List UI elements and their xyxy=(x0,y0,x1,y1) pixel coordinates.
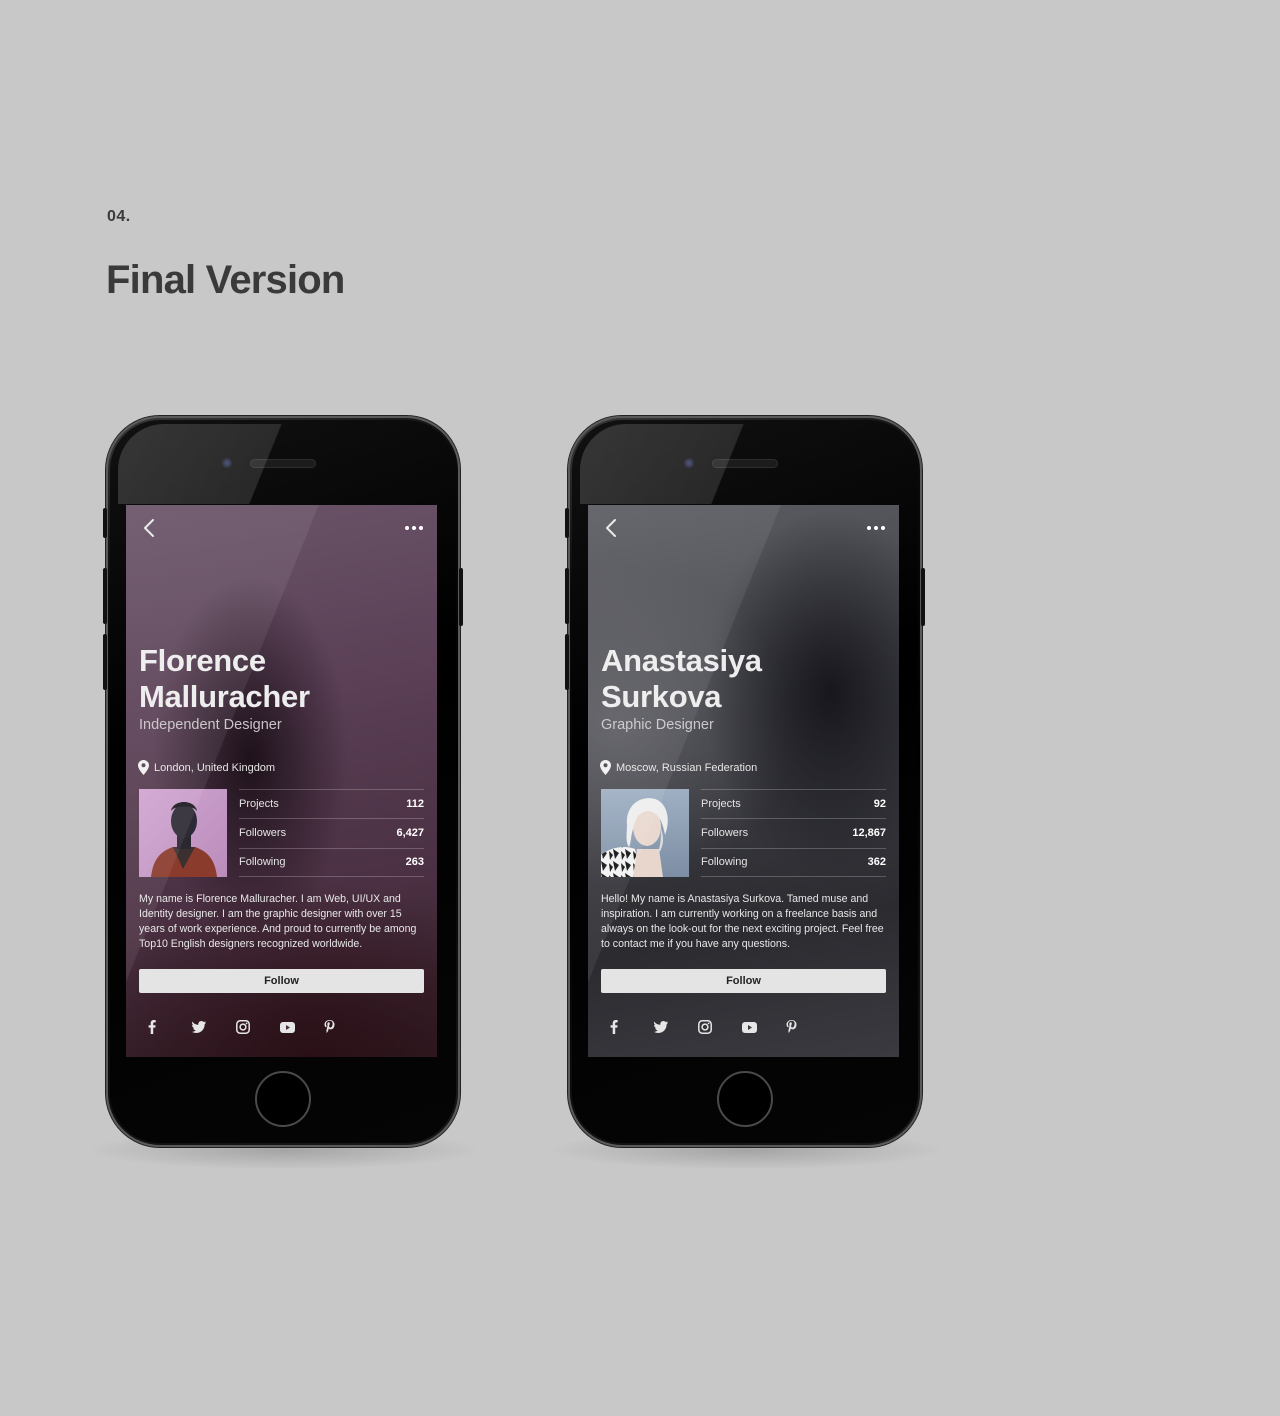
home-button[interactable] xyxy=(717,1071,773,1127)
phone-mockup-1: Florence Malluracher Independent Designe… xyxy=(103,416,463,1147)
location-pin-icon xyxy=(138,760,149,775)
stats-list: Projects 112 Followers 6,427 Following 2… xyxy=(239,789,424,877)
follow-button[interactable]: Follow xyxy=(139,969,424,993)
chevron-left-icon xyxy=(606,519,616,537)
profile-role: Independent Designer xyxy=(139,717,282,733)
chevron-left-icon xyxy=(144,519,154,537)
stat-label: Following xyxy=(701,856,748,869)
avatar xyxy=(601,789,689,877)
stat-row-followers[interactable]: Followers 6,427 xyxy=(239,818,424,847)
section-number: 04. xyxy=(107,208,131,225)
pinterest-link[interactable] xyxy=(786,1017,830,1037)
profile-location: London, United Kingdom xyxy=(138,760,275,775)
more-dots-icon xyxy=(867,526,885,530)
social-links xyxy=(610,1017,830,1037)
volume-down-button xyxy=(565,634,569,690)
stat-row-projects[interactable]: Projects 112 xyxy=(239,789,424,818)
location-text: Moscow, Russian Federation xyxy=(616,761,758,774)
pinterest-link[interactable] xyxy=(324,1017,368,1037)
stat-value: 12,867 xyxy=(852,827,886,840)
stat-row-following[interactable]: Following 362 xyxy=(701,847,886,877)
youtube-icon xyxy=(280,1021,295,1033)
avatar xyxy=(139,789,227,877)
instagram-link[interactable] xyxy=(236,1017,280,1037)
back-button[interactable] xyxy=(136,515,162,541)
instagram-icon xyxy=(698,1020,712,1034)
power-button xyxy=(459,568,463,626)
facebook-link[interactable] xyxy=(610,1017,654,1037)
more-dots-icon xyxy=(405,526,423,530)
twitter-icon xyxy=(654,1021,668,1033)
front-camera xyxy=(222,458,232,468)
stat-value: 6,427 xyxy=(396,827,424,840)
profile-location: Moscow, Russian Federation xyxy=(600,760,757,775)
pinterest-icon xyxy=(324,1020,335,1033)
home-button[interactable] xyxy=(255,1071,311,1127)
profile-last-name: Malluracher xyxy=(139,679,310,714)
profile-first-name: Florence xyxy=(139,643,266,678)
stat-row-following[interactable]: Following 263 xyxy=(239,847,424,877)
earpiece xyxy=(251,460,315,467)
location-text: London, United Kingdom xyxy=(154,761,276,774)
back-button[interactable] xyxy=(598,515,624,541)
twitter-icon xyxy=(192,1021,206,1033)
twitter-link[interactable] xyxy=(654,1017,698,1037)
profile-name: Anastasiya Surkova xyxy=(601,643,891,715)
mute-switch xyxy=(565,508,569,538)
profile-screen: Florence Malluracher Independent Designe… xyxy=(126,505,437,1057)
profile-name: Florence Malluracher xyxy=(139,643,429,715)
stat-value: 92 xyxy=(873,798,886,811)
facebook-icon xyxy=(148,1020,156,1034)
stat-label: Projects xyxy=(701,798,741,811)
stat-value: 263 xyxy=(405,856,424,869)
power-button xyxy=(921,568,925,626)
section-title: Final Version xyxy=(106,258,345,302)
profile-last-name: Surkova xyxy=(601,679,722,714)
youtube-link[interactable] xyxy=(742,1017,786,1037)
more-options-button[interactable] xyxy=(401,515,427,541)
stat-value: 362 xyxy=(867,856,886,869)
profile-bio: Hello! My name is Anastasiya Surkova. Ta… xyxy=(601,893,884,950)
phone-mockup-2: Anastasiya Surkova Graphic Designer Mosc… xyxy=(565,416,925,1147)
front-camera xyxy=(684,458,694,468)
volume-up-button xyxy=(565,568,569,624)
location-pin-icon xyxy=(600,760,611,775)
instagram-icon xyxy=(236,1020,250,1034)
twitter-link[interactable] xyxy=(192,1017,236,1037)
profile-screen: Anastasiya Surkova Graphic Designer Mosc… xyxy=(588,505,899,1057)
mute-switch xyxy=(103,508,107,538)
follow-button[interactable]: Follow xyxy=(601,969,886,993)
pinterest-icon xyxy=(786,1020,797,1033)
stat-label: Followers xyxy=(701,827,749,840)
earpiece xyxy=(713,460,777,467)
stat-row-projects[interactable]: Projects 92 xyxy=(701,789,886,818)
volume-up-button xyxy=(103,568,107,624)
profile-role: Graphic Designer xyxy=(601,717,714,733)
stat-label: Projects xyxy=(239,798,279,811)
volume-down-button xyxy=(103,634,107,690)
stat-label: Following xyxy=(239,856,286,869)
profile-bio: My name is Florence Malluracher. I am We… xyxy=(139,893,417,950)
stat-row-followers[interactable]: Followers 12,867 xyxy=(701,818,886,847)
stat-label: Followers xyxy=(239,827,287,840)
youtube-icon xyxy=(742,1021,757,1033)
stats-list: Projects 92 Followers 12,867 Following 3… xyxy=(701,789,886,877)
social-links xyxy=(148,1017,368,1037)
instagram-link[interactable] xyxy=(698,1017,742,1037)
more-options-button[interactable] xyxy=(863,515,889,541)
profile-first-name: Anastasiya xyxy=(601,643,762,678)
facebook-link[interactable] xyxy=(148,1017,192,1037)
stat-value: 112 xyxy=(406,798,424,811)
facebook-icon xyxy=(610,1020,618,1034)
youtube-link[interactable] xyxy=(280,1017,324,1037)
